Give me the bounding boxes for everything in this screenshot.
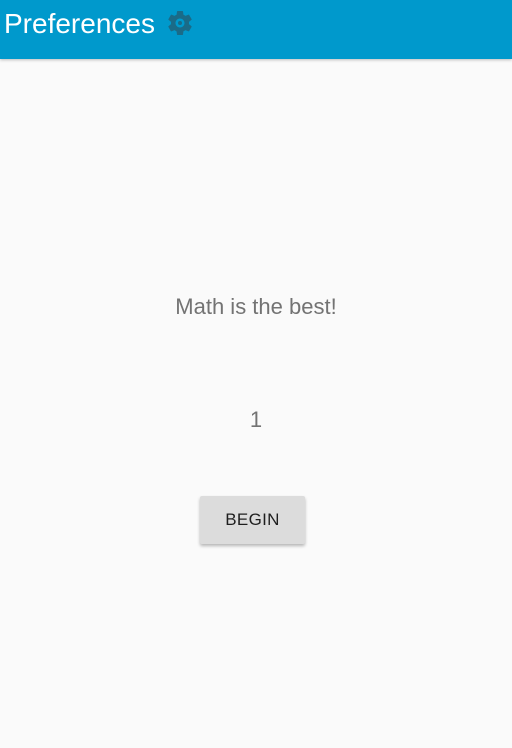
begin-button[interactable]: BEGIN [200, 496, 305, 544]
gear-icon [168, 10, 192, 35]
message-text: Math is the best! [175, 294, 337, 319]
app-bar: Preferences [0, 0, 512, 59]
settings-button[interactable] [163, 6, 197, 40]
main-content: Math is the best! 1 BEGIN [0, 59, 512, 748]
app-bar-title: Preferences [4, 8, 155, 39]
counter-text: 1 [249, 407, 263, 432]
